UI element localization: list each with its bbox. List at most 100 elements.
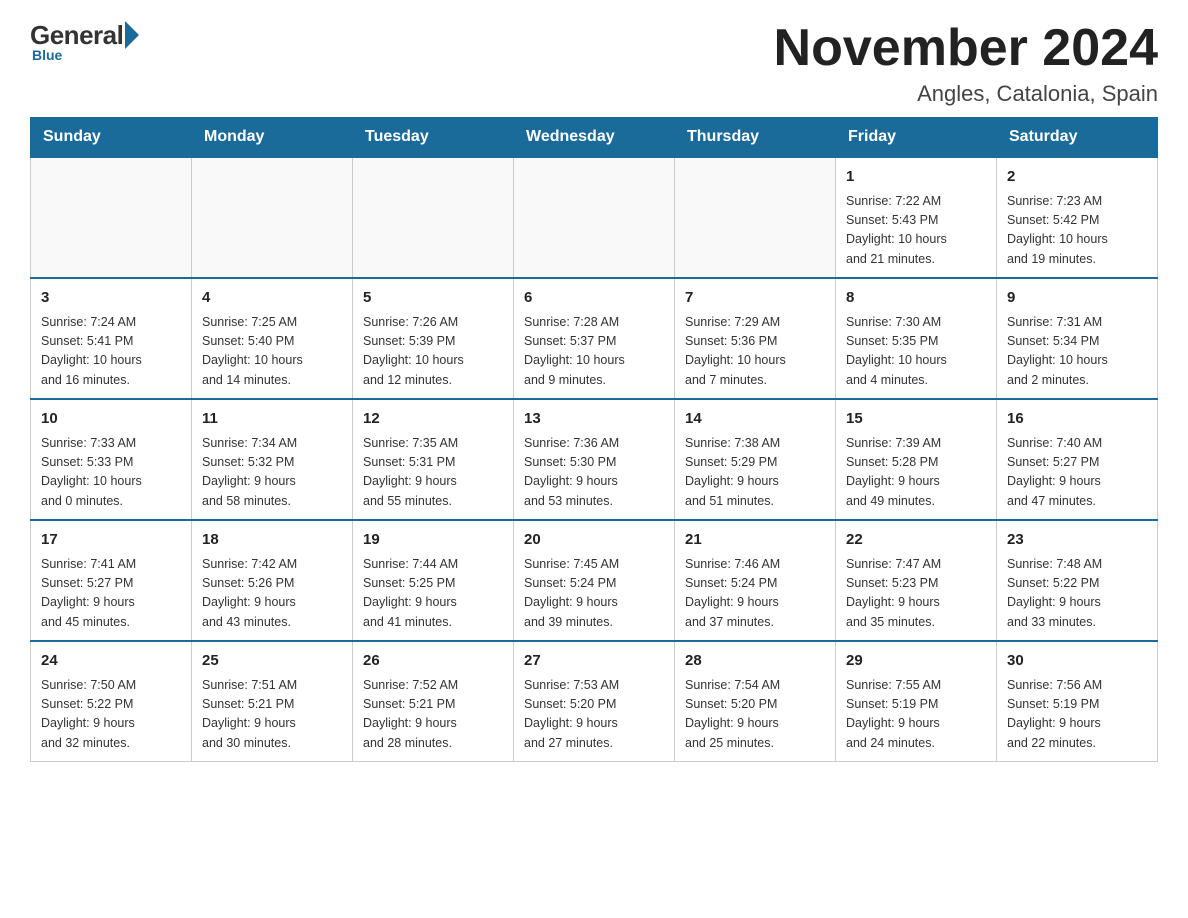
calendar-cell <box>514 157 675 278</box>
day-info: Sunrise: 7:53 AMSunset: 5:20 PMDaylight:… <box>524 676 664 754</box>
weekday-header-tuesday: Tuesday <box>353 118 514 158</box>
calendar-cell: 26 Sunrise: 7:52 AMSunset: 5:21 PMDayligh… <box>353 641 514 762</box>
day-info: Sunrise: 7:22 AMSunset: 5:43 PMDaylight:… <box>846 192 986 270</box>
logo-triangle-icon <box>125 21 139 49</box>
weekday-header-wednesday: Wednesday <box>514 118 675 158</box>
day-number: 16 <box>1007 408 1147 431</box>
day-info: Sunrise: 7:46 AMSunset: 5:24 PMDaylight:… <box>685 555 825 633</box>
calendar-cell <box>675 157 836 278</box>
day-number: 24 <box>41 650 181 673</box>
calendar-cell: 12Sunrise: 7:35 AMSunset: 5:31 PMDayligh… <box>353 399 514 520</box>
day-info: Sunrise: 7:29 AMSunset: 5:36 PMDaylight:… <box>685 313 825 391</box>
day-info: Sunrise: 7:31 AMSunset: 5:34 PMDaylight:… <box>1007 313 1147 391</box>
day-info: Sunrise: 7:39 AMSunset: 5:28 PMDaylight:… <box>846 434 986 512</box>
calendar-cell: 23Sunrise: 7:48 AMSunset: 5:22 PMDayligh… <box>997 520 1158 641</box>
day-number: 15 <box>846 408 986 431</box>
day-number: 2 <box>1007 166 1147 189</box>
day-number: 22 <box>846 529 986 552</box>
day-number: 13 <box>524 408 664 431</box>
calendar-cell: 4Sunrise: 7:25 AMSunset: 5:40 PMDaylight… <box>192 278 353 399</box>
calendar-cell: 28 Sunrise: 7:54 AMSunset: 5:20 PMDayligh… <box>675 641 836 762</box>
calendar-cell: 1 Sunrise: 7:22 AMSunset: 5:43 PMDaylight… <box>836 157 997 278</box>
calendar-cell: 29Sunrise: 7:55 AMSunset: 5:19 PMDayligh… <box>836 641 997 762</box>
day-number: 4 <box>202 287 342 310</box>
day-number: 3 <box>41 287 181 310</box>
day-number: 6 <box>524 287 664 310</box>
calendar-cell: 20 Sunrise: 7:45 AMSunset: 5:24 PMDayligh… <box>514 520 675 641</box>
day-info: Sunrise: 7:42 AMSunset: 5:26 PMDaylight:… <box>202 555 342 633</box>
calendar-week-row: 3 Sunrise: 7:24 AMSunset: 5:41 PMDaylight… <box>31 278 1158 399</box>
day-info: Sunrise: 7:26 AMSunset: 5:39 PMDaylight:… <box>363 313 503 391</box>
day-info: Sunrise: 7:34 AMSunset: 5:32 PMDaylight:… <box>202 434 342 512</box>
calendar-header-row: SundayMondayTuesdayWednesdayThursdayFrid… <box>31 118 1158 158</box>
day-info: Sunrise: 7:38 AMSunset: 5:29 PMDaylight:… <box>685 434 825 512</box>
day-info: Sunrise: 7:35 AMSunset: 5:31 PMDaylight:… <box>363 434 503 512</box>
day-info: Sunrise: 7:28 AMSunset: 5:37 PMDaylight:… <box>524 313 664 391</box>
calendar-cell: 6 Sunrise: 7:28 AMSunset: 5:37 PMDaylight… <box>514 278 675 399</box>
calendar-cell: 14 Sunrise: 7:38 AMSunset: 5:29 PMDayligh… <box>675 399 836 520</box>
day-number: 30 <box>1007 650 1147 673</box>
calendar-cell: 5 Sunrise: 7:26 AMSunset: 5:39 PMDaylight… <box>353 278 514 399</box>
calendar-cell: 21Sunrise: 7:46 AMSunset: 5:24 PMDayligh… <box>675 520 836 641</box>
calendar-cell: 27 Sunrise: 7:53 AMSunset: 5:20 PMDayligh… <box>514 641 675 762</box>
calendar-cell: 22 Sunrise: 7:47 AMSunset: 5:23 PMDayligh… <box>836 520 997 641</box>
calendar-cell: 25 Sunrise: 7:51 AMSunset: 5:21 PMDayligh… <box>192 641 353 762</box>
day-number: 14 <box>685 408 825 431</box>
weekday-header-sunday: Sunday <box>31 118 192 158</box>
weekday-header-thursday: Thursday <box>675 118 836 158</box>
calendar-week-row: 17 Sunrise: 7:41 AMSunset: 5:27 PMDayligh… <box>31 520 1158 641</box>
calendar-cell: 3 Sunrise: 7:24 AMSunset: 5:41 PMDaylight… <box>31 278 192 399</box>
day-info: Sunrise: 7:47 AMSunset: 5:23 PMDaylight:… <box>846 555 986 633</box>
day-number: 1 <box>846 166 986 189</box>
calendar-week-row: 10 Sunrise: 7:33 AMSunset: 5:33 PMDayligh… <box>31 399 1158 520</box>
day-number: 27 <box>524 650 664 673</box>
day-info: Sunrise: 7:55 AMSunset: 5:19 PMDaylight:… <box>846 676 986 754</box>
day-number: 5 <box>363 287 503 310</box>
day-number: 23 <box>1007 529 1147 552</box>
day-info: Sunrise: 7:41 AMSunset: 5:27 PMDaylight:… <box>41 555 181 633</box>
calendar-week-row: 24 Sunrise: 7:50 AMSunset: 5:22 PMDayligh… <box>31 641 1158 762</box>
weekday-header-saturday: Saturday <box>997 118 1158 158</box>
weekday-header-friday: Friday <box>836 118 997 158</box>
calendar-table: SundayMondayTuesdayWednesdayThursdayFrid… <box>30 117 1158 762</box>
calendar-cell: 10 Sunrise: 7:33 AMSunset: 5:33 PMDayligh… <box>31 399 192 520</box>
day-info: Sunrise: 7:36 AMSunset: 5:30 PMDaylight:… <box>524 434 664 512</box>
day-number: 10 <box>41 408 181 431</box>
day-info: Sunrise: 7:23 AMSunset: 5:42 PMDaylight:… <box>1007 192 1147 270</box>
day-info: Sunrise: 7:33 AMSunset: 5:33 PMDaylight:… <box>41 434 181 512</box>
day-number: 17 <box>41 529 181 552</box>
calendar-week-row: 1 Sunrise: 7:22 AMSunset: 5:43 PMDaylight… <box>31 157 1158 278</box>
day-info: Sunrise: 7:51 AMSunset: 5:21 PMDaylight:… <box>202 676 342 754</box>
day-info: Sunrise: 7:44 AMSunset: 5:25 PMDaylight:… <box>363 555 503 633</box>
calendar-cell: 18 Sunrise: 7:42 AMSunset: 5:26 PMDayligh… <box>192 520 353 641</box>
weekday-header-monday: Monday <box>192 118 353 158</box>
calendar-cell <box>192 157 353 278</box>
day-info: Sunrise: 7:56 AMSunset: 5:19 PMDaylight:… <box>1007 676 1147 754</box>
day-number: 11 <box>202 408 342 431</box>
title-area: November 2024 Angles, Catalonia, Spain <box>774 20 1158 107</box>
day-info: Sunrise: 7:50 AMSunset: 5:22 PMDaylight:… <box>41 676 181 754</box>
calendar-cell <box>353 157 514 278</box>
calendar-cell: 19 Sunrise: 7:44 AMSunset: 5:25 PMDayligh… <box>353 520 514 641</box>
day-info: Sunrise: 7:24 AMSunset: 5:41 PMDaylight:… <box>41 313 181 391</box>
calendar-cell: 11 Sunrise: 7:34 AMSunset: 5:32 PMDayligh… <box>192 399 353 520</box>
page-header: General Blue November 2024 Angles, Catal… <box>30 20 1158 107</box>
day-number: 25 <box>202 650 342 673</box>
day-number: 28 <box>685 650 825 673</box>
day-number: 20 <box>524 529 664 552</box>
day-number: 18 <box>202 529 342 552</box>
calendar-cell: 2 Sunrise: 7:23 AMSunset: 5:42 PMDaylight… <box>997 157 1158 278</box>
day-info: Sunrise: 7:45 AMSunset: 5:24 PMDaylight:… <box>524 555 664 633</box>
day-number: 9 <box>1007 287 1147 310</box>
calendar-cell: 13 Sunrise: 7:36 AMSunset: 5:30 PMDayligh… <box>514 399 675 520</box>
day-number: 19 <box>363 529 503 552</box>
calendar-cell: 24 Sunrise: 7:50 AMSunset: 5:22 PMDayligh… <box>31 641 192 762</box>
calendar-cell: 30 Sunrise: 7:56 AMSunset: 5:19 PMDayligh… <box>997 641 1158 762</box>
logo: General Blue <box>30 20 139 63</box>
day-number: 7 <box>685 287 825 310</box>
calendar-cell: 17 Sunrise: 7:41 AMSunset: 5:27 PMDayligh… <box>31 520 192 641</box>
day-info: Sunrise: 7:52 AMSunset: 5:21 PMDaylight:… <box>363 676 503 754</box>
calendar-cell: 9 Sunrise: 7:31 AMSunset: 5:34 PMDaylight… <box>997 278 1158 399</box>
day-number: 26 <box>363 650 503 673</box>
day-info: Sunrise: 7:54 AMSunset: 5:20 PMDaylight:… <box>685 676 825 754</box>
